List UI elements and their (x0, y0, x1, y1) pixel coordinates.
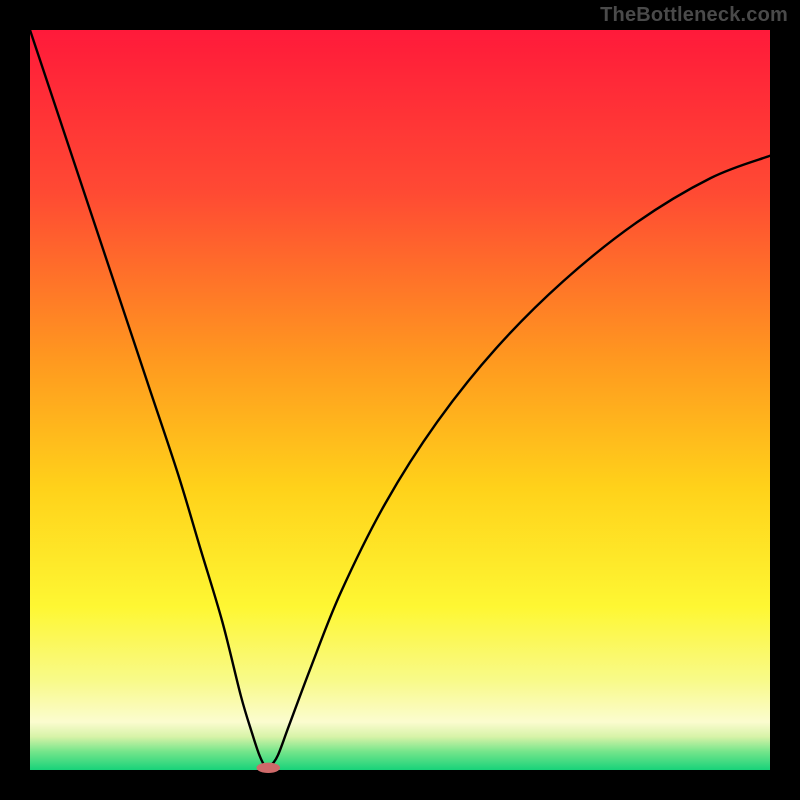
chart-frame: TheBottleneck.com (0, 0, 800, 800)
chart-svg (0, 0, 800, 800)
watermark-text: TheBottleneck.com (600, 4, 788, 27)
min-point-marker (256, 763, 280, 773)
plot-background (30, 30, 770, 770)
